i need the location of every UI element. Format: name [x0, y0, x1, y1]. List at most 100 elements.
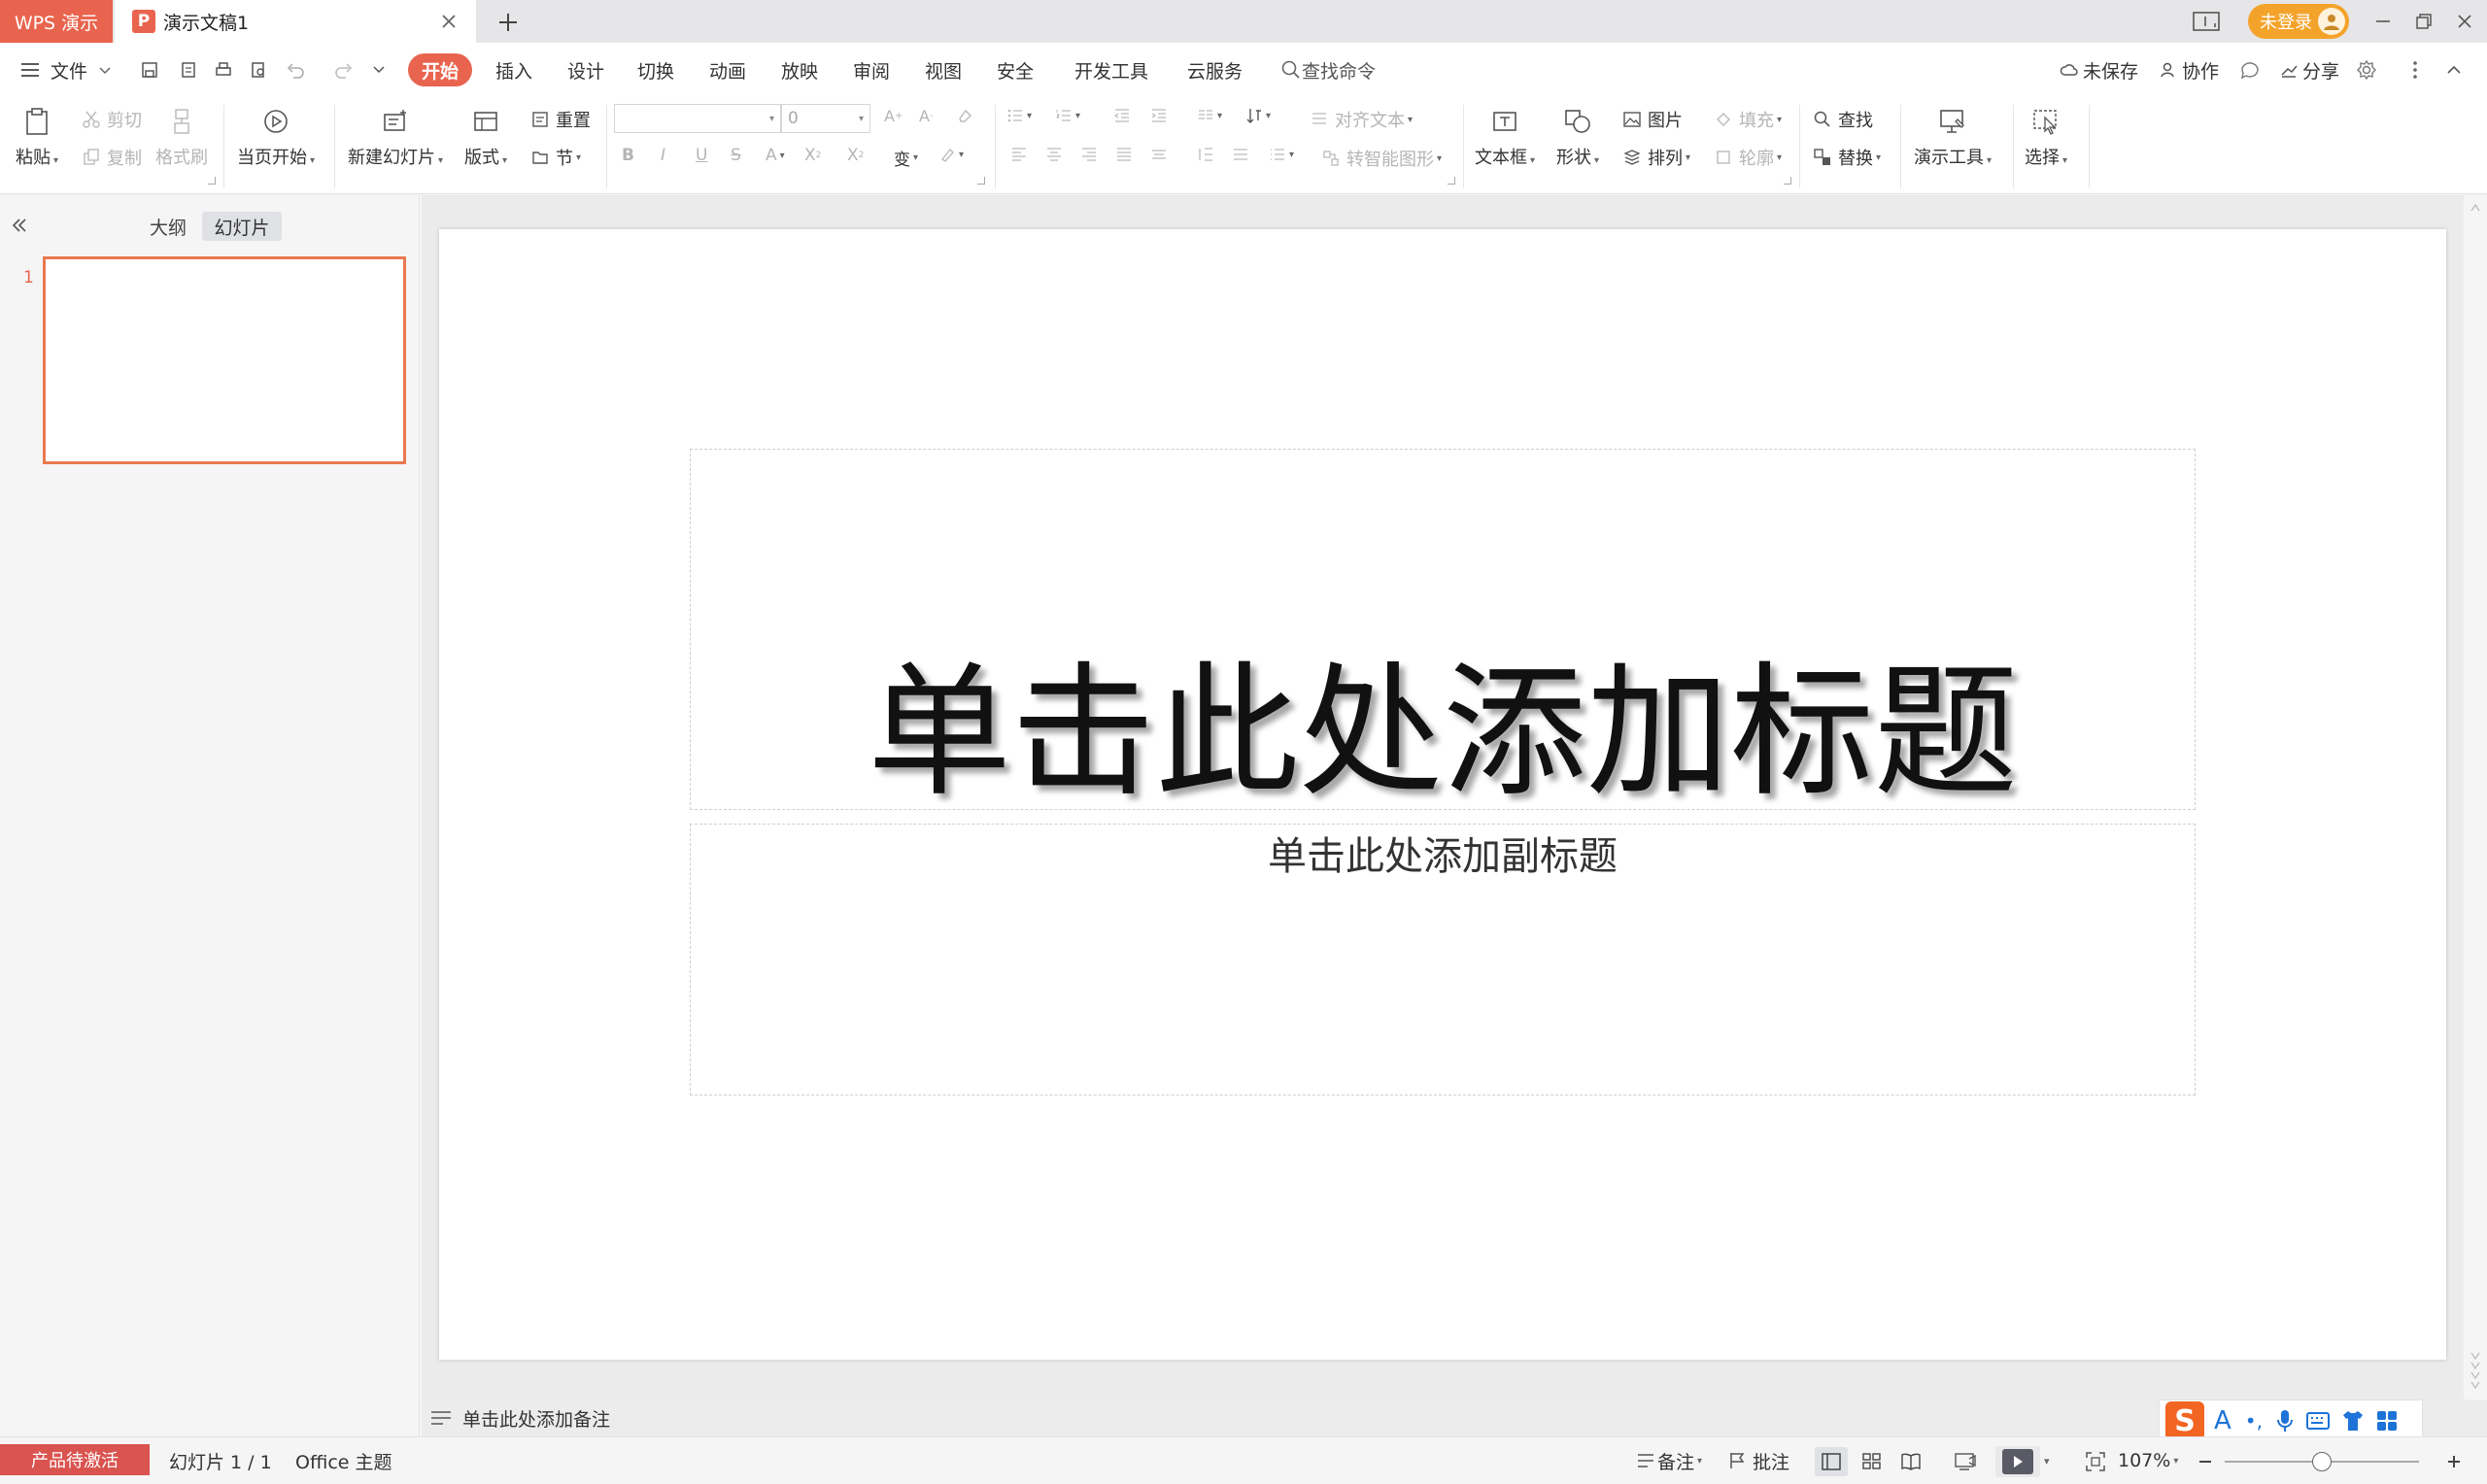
italic-icon[interactable]: I — [661, 146, 665, 165]
title-placeholder[interactable]: 单击此处添加标题 — [690, 631, 2196, 816]
print-icon[interactable] — [210, 56, 237, 84]
section-button[interactable]: 节 ▾ — [528, 145, 581, 170]
arrange-button[interactable]: 排列 ▾ — [1620, 145, 1690, 170]
grow-font-icon[interactable]: A + — [884, 107, 903, 125]
collapse-pane-icon[interactable] — [6, 212, 33, 239]
tab-slideshow[interactable]: 放映 — [781, 51, 818, 89]
text-direction-icon[interactable]: ▾ — [1245, 107, 1271, 124]
print-preview-icon[interactable] — [245, 56, 272, 84]
layout-button[interactable]: 版式 ▾ — [464, 107, 507, 169]
normal-view-icon[interactable] — [1815, 1447, 1848, 1476]
comments-toggle[interactable]: 批注 — [1727, 1447, 1789, 1474]
collaborate-button[interactable]: 协作 — [2159, 51, 2219, 89]
tab-security[interactable]: 安全 — [997, 51, 1034, 89]
tab-developer[interactable]: 开发工具 — [1074, 51, 1148, 89]
export-icon[interactable] — [175, 56, 202, 84]
distribute-icon[interactable] — [1150, 146, 1168, 163]
textbox-button[interactable]: 文本框 ▾ — [1475, 107, 1535, 169]
tab-animation[interactable]: 动画 — [709, 51, 746, 89]
picture-button[interactable]: 图片 — [1620, 107, 1683, 132]
font-family-combo[interactable]: ▾ — [614, 104, 781, 133]
vertical-scrollbar[interactable] — [2464, 195, 2487, 1400]
drawing-launcher-icon[interactable] — [1784, 177, 1791, 185]
tab-view[interactable]: 视图 — [925, 51, 962, 89]
theme-name[interactable]: Office 主题 — [295, 1447, 392, 1474]
fill-button[interactable]: 填充 ▾ — [1712, 107, 1782, 132]
toolbox-grid-icon[interactable] — [2375, 1409, 2399, 1433]
close-window-icon[interactable] — [2448, 6, 2481, 37]
find-button[interactable]: 查找 — [1811, 107, 1873, 132]
highlight-icon[interactable]: ▾ — [938, 146, 964, 163]
tab-transition[interactable]: 切换 — [637, 51, 674, 89]
tab-home[interactable]: 开始 — [408, 53, 473, 86]
justify-icon[interactable] — [1115, 146, 1133, 163]
shrink-font-icon[interactable]: A- — [919, 107, 934, 125]
close-tab-icon[interactable] — [435, 8, 462, 35]
collapse-ribbon-icon[interactable] — [2440, 56, 2468, 84]
select-button[interactable]: 选择 ▾ — [2025, 107, 2067, 169]
decrease-indent-icon[interactable] — [1113, 107, 1131, 124]
outline-button[interactable]: 轮廓 ▾ — [1712, 145, 1782, 170]
punctuation-icon[interactable]: •, — [2245, 1409, 2263, 1433]
columns-icon[interactable]: ▾ — [1197, 107, 1222, 124]
app-tab[interactable]: WPS 演示 — [0, 0, 113, 43]
line-spacing-icon[interactable] — [1197, 146, 1214, 163]
paragraph-launcher-icon[interactable] — [1448, 177, 1455, 185]
restore-icon[interactable] — [2407, 6, 2440, 37]
copy-button[interactable]: 复制 — [80, 145, 142, 170]
numbered-list-icon[interactable]: ▾ — [1055, 107, 1080, 124]
font-size-combo[interactable]: 0 ▾ — [781, 104, 870, 133]
clipboard-launcher-icon[interactable] — [208, 177, 216, 185]
tab-insert[interactable]: 插入 — [495, 51, 532, 89]
paste-button[interactable]: 粘贴 ▾ — [16, 107, 58, 169]
subtitle-placeholder[interactable]: 单击此处添加副标题 — [690, 824, 2196, 882]
character-spacing-icon[interactable]: 变 ▾ — [894, 146, 918, 170]
share-button[interactable]: 分享 — [2279, 51, 2339, 89]
reset-button[interactable]: 重置 — [528, 107, 591, 132]
presentation-tools-button[interactable]: 演示工具 ▾ — [1914, 107, 1992, 169]
tab-design[interactable]: 设计 — [567, 51, 604, 89]
microphone-icon[interactable] — [2274, 1408, 2296, 1433]
bullet-list-icon[interactable]: ▾ — [1006, 107, 1032, 124]
clear-format-icon[interactable] — [956, 107, 973, 124]
align-left-icon[interactable] — [1010, 146, 1028, 163]
play-slideshow-button[interactable] — [1995, 1446, 2040, 1477]
save-icon[interactable] — [136, 56, 163, 84]
subscript-icon[interactable]: X2 — [847, 146, 864, 165]
fit-to-window-icon[interactable] — [2079, 1447, 2112, 1476]
slide-sorter-view-icon[interactable] — [1856, 1447, 1889, 1476]
zoom-out-icon[interactable] — [2194, 1449, 2217, 1474]
tab-review[interactable]: 审阅 — [853, 51, 890, 89]
tab-outline[interactable]: 大纲 — [144, 212, 192, 241]
underline-icon[interactable]: U — [696, 146, 707, 165]
sogou-logo-icon[interactable]: S — [2165, 1401, 2204, 1440]
product-activation-button[interactable]: 产品待激活 — [0, 1444, 150, 1475]
zoom-level[interactable]: 107% ▾ — [2118, 1447, 2178, 1474]
undo-icon[interactable] — [282, 56, 309, 84]
bold-icon[interactable]: B — [622, 146, 634, 165]
login-button[interactable]: 未登录 — [2248, 4, 2349, 39]
play-from-current-button[interactable]: 当页开始 ▾ — [237, 107, 315, 169]
replace-button[interactable]: 替换 ▾ — [1811, 145, 1881, 170]
slideshow-dropdown-icon[interactable]: ▾ — [2044, 1447, 2050, 1474]
new-tab-icon[interactable] — [492, 6, 525, 39]
ime-mode-letter[interactable]: A — [2214, 1406, 2231, 1435]
keyboard-icon[interactable] — [2305, 1410, 2331, 1432]
notes-placeholder[interactable]: 单击此处添加备注 — [462, 1405, 610, 1432]
font-color-icon[interactable]: A ▾ — [766, 146, 785, 165]
format-painter-button[interactable]: 格式刷 — [155, 107, 208, 169]
command-search[interactable]: 查找命令 — [1280, 51, 1376, 89]
window-layout-icon[interactable] — [2190, 6, 2223, 37]
file-menu[interactable]: 文件 — [19, 51, 113, 89]
align-right-icon[interactable] — [1080, 146, 1098, 163]
slide-thumbnail[interactable] — [43, 256, 406, 464]
skin-shirt-icon[interactable] — [2340, 1409, 2366, 1433]
customize-toolbar-icon[interactable] — [365, 56, 392, 84]
align-center-icon[interactable] — [1045, 146, 1063, 163]
reading-view-icon[interactable] — [1894, 1447, 1927, 1476]
smartart-button[interactable]: 转智能图形 ▾ — [1319, 146, 1442, 171]
cut-button[interactable]: 剪切 — [80, 107, 142, 132]
strikethrough-icon[interactable]: S — [731, 146, 741, 165]
unsaved-status[interactable]: 未保存 — [2060, 51, 2138, 89]
shape-button[interactable]: 形状 ▾ — [1556, 107, 1599, 169]
